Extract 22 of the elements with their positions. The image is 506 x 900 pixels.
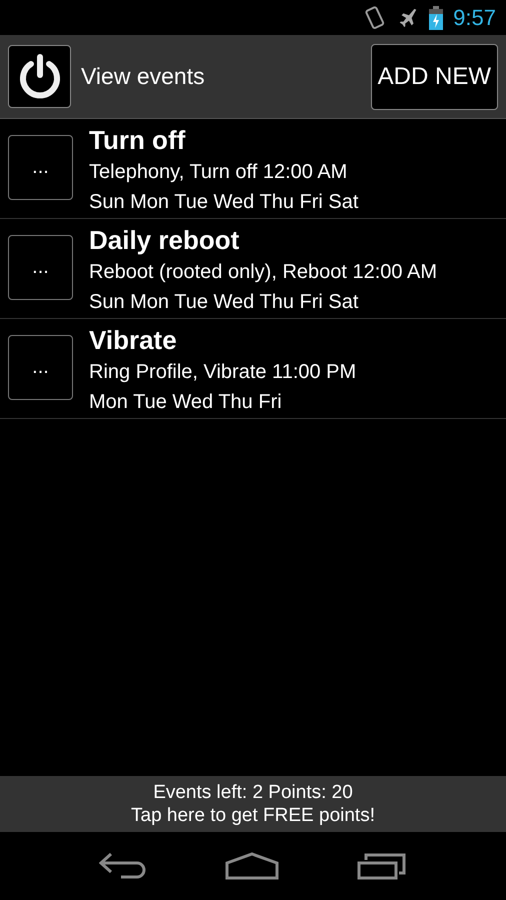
events-points-status: Events left: 2 Points: 20 [153, 781, 353, 804]
event-menu-button[interactable]: ... [8, 335, 73, 400]
event-title: Vibrate [89, 324, 178, 357]
battery-icon [429, 6, 444, 30]
free-points-link[interactable]: Tap here to get FREE points! [131, 804, 375, 827]
event-title: Turn off [89, 124, 186, 157]
event-days: Sun Mon Tue Wed Thu Fri Sat [89, 287, 437, 317]
event-action: Ring Profile, Vibrate 11:00 PM [89, 360, 356, 385]
recent-apps-icon[interactable] [357, 852, 407, 880]
event-days: Mon Tue Wed Thu Fri [89, 387, 356, 417]
event-menu-button[interactable]: ... [8, 135, 73, 200]
power-button[interactable] [8, 45, 71, 108]
clock-time: 9:57 [453, 4, 496, 30]
event-title: Daily reboot [89, 224, 240, 257]
home-icon[interactable] [225, 852, 279, 880]
back-icon[interactable] [99, 851, 147, 881]
event-days: Sun Mon Tue Wed Thu Fri Sat [89, 187, 358, 217]
event-menu-button[interactable]: ... [8, 235, 73, 300]
add-new-button[interactable]: ADD NEW [370, 44, 498, 110]
event-action: Telephony, Turn off 12:00 AM [89, 160, 348, 185]
screen-title: View events [81, 63, 206, 90]
event-action: Reboot (rooted only), Reboot 12:00 AM [89, 260, 437, 285]
